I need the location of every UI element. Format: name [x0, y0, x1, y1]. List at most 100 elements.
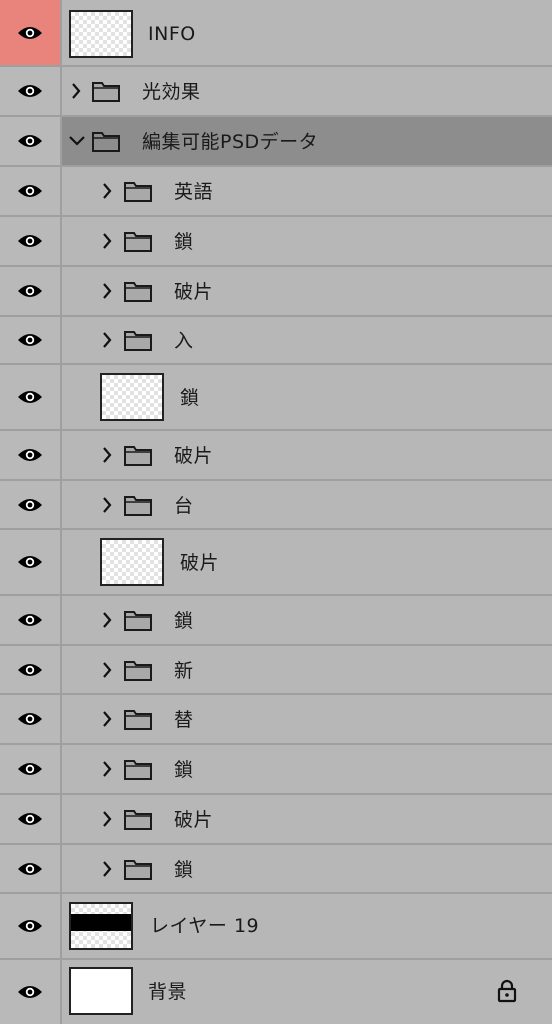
- layer-row[interactable]: 破片: [0, 267, 552, 317]
- layer-name: 破片: [180, 552, 220, 574]
- layer-row[interactable]: 破片: [0, 530, 552, 596]
- layer-name: 破片: [174, 281, 214, 303]
- visibility-toggle[interactable]: [0, 167, 62, 215]
- chevron-right-icon[interactable]: [100, 809, 114, 829]
- layer-thumbnail: [69, 902, 133, 950]
- chevron-right-icon[interactable]: [100, 759, 114, 779]
- folder-icon: [124, 331, 152, 351]
- layer-row[interactable]: 台: [0, 481, 552, 530]
- lock-icon: [497, 979, 517, 1003]
- folder-icon: [124, 446, 152, 466]
- visibility-toggle[interactable]: [0, 695, 62, 743]
- eye-icon: [18, 986, 42, 998]
- visibility-toggle[interactable]: [0, 894, 62, 958]
- layer-row[interactable]: 鎖: [0, 745, 552, 795]
- chevron-right-icon[interactable]: [100, 495, 114, 515]
- visibility-toggle[interactable]: [0, 267, 62, 315]
- chevron-right-icon[interactable]: [100, 330, 114, 350]
- layer-name: 英語: [174, 181, 214, 203]
- chevron-right-icon[interactable]: [100, 445, 114, 465]
- layer-name: 背景: [148, 981, 188, 1003]
- chevron-right-icon[interactable]: [100, 181, 114, 201]
- visibility-toggle[interactable]: [0, 317, 62, 363]
- layer-name: 鎖: [180, 387, 200, 409]
- visibility-toggle[interactable]: [0, 646, 62, 693]
- layer-name: 替: [174, 709, 194, 731]
- layer-row[interactable]: 入: [0, 317, 552, 365]
- eye-icon: [18, 85, 42, 97]
- layer-row[interactable]: 替: [0, 695, 552, 745]
- layer-name: 鎖: [174, 759, 194, 781]
- visibility-toggle[interactable]: [0, 481, 62, 528]
- visibility-toggle[interactable]: [0, 795, 62, 843]
- chevron-right-icon[interactable]: [100, 660, 114, 680]
- eye-icon: [18, 763, 42, 775]
- chevron-right-icon[interactable]: [100, 231, 114, 251]
- chevron-right-icon[interactable]: [100, 281, 114, 301]
- folder-open-icon: [92, 132, 120, 152]
- folder-icon: [124, 232, 152, 252]
- eye-icon: [18, 135, 42, 147]
- eye-icon: [18, 920, 42, 932]
- layer-name: 破片: [174, 809, 214, 831]
- layer-row[interactable]: 新: [0, 646, 552, 695]
- folder-icon: [124, 860, 152, 880]
- eye-icon: [18, 26, 42, 39]
- chevron-right-icon[interactable]: [100, 859, 114, 879]
- layer-row[interactable]: 鎖: [0, 217, 552, 267]
- visibility-toggle[interactable]: [0, 845, 62, 892]
- layer-row[interactable]: 破片: [0, 431, 552, 481]
- visibility-toggle[interactable]: [0, 365, 62, 429]
- layer-row[interactable]: 鎖: [0, 365, 552, 431]
- visibility-toggle[interactable]: [0, 431, 62, 479]
- folder-icon: [124, 661, 152, 681]
- eye-icon: [18, 185, 42, 197]
- chevron-right-icon[interactable]: [100, 610, 114, 630]
- eye-icon: [18, 713, 42, 725]
- visibility-toggle[interactable]: [0, 745, 62, 793]
- layer-row[interactable]: 破片: [0, 795, 552, 845]
- layer-name: 鎖: [174, 231, 194, 253]
- folder-icon: [92, 82, 120, 102]
- layer-row[interactable]: 編集可能PSDデータ: [0, 117, 552, 167]
- chevron-right-icon[interactable]: [100, 709, 114, 729]
- layer-row[interactable]: 背景: [0, 960, 552, 1024]
- eye-icon: [18, 498, 42, 511]
- eye-icon: [18, 285, 42, 297]
- layer-row[interactable]: レイヤー 19: [0, 894, 552, 960]
- eye-icon: [18, 862, 42, 875]
- layer-thumbnail: [69, 10, 133, 58]
- layer-row[interactable]: 鎖: [0, 845, 552, 894]
- chevron-right-icon[interactable]: [69, 81, 83, 101]
- layer-name: INFO: [148, 23, 196, 45]
- layer-row[interactable]: 英語: [0, 167, 552, 217]
- visibility-toggle[interactable]: [0, 960, 62, 1024]
- eye-icon: [18, 556, 42, 568]
- visibility-toggle[interactable]: [0, 596, 62, 644]
- visibility-toggle[interactable]: [0, 530, 62, 594]
- layer-name: 光効果: [142, 81, 201, 103]
- eye-icon: [18, 449, 42, 461]
- visibility-toggle[interactable]: [0, 217, 62, 265]
- folder-icon: [124, 611, 152, 631]
- layer-name: 破片: [174, 445, 214, 467]
- layer-row[interactable]: 光効果: [0, 67, 552, 117]
- visibility-toggle[interactable]: [0, 0, 62, 65]
- visibility-toggle[interactable]: [0, 117, 62, 165]
- eye-icon: [18, 813, 42, 825]
- layer-name: 鎖: [174, 610, 194, 632]
- folder-icon: [124, 496, 152, 516]
- chevron-down-icon[interactable]: [67, 131, 87, 151]
- eye-icon: [18, 614, 42, 626]
- folder-icon: [124, 282, 152, 302]
- layer-name: 鎖: [174, 859, 194, 881]
- layer-name: 編集可能PSDデータ: [142, 131, 319, 153]
- visibility-toggle[interactable]: [0, 67, 62, 115]
- folder-icon: [124, 810, 152, 830]
- layer-thumbnail: [69, 967, 133, 1015]
- layer-thumbnail: [100, 538, 164, 586]
- eye-icon: [18, 663, 42, 676]
- layer-row[interactable]: INFO: [0, 0, 552, 67]
- layer-row[interactable]: 鎖: [0, 596, 552, 646]
- eye-icon: [18, 334, 42, 346]
